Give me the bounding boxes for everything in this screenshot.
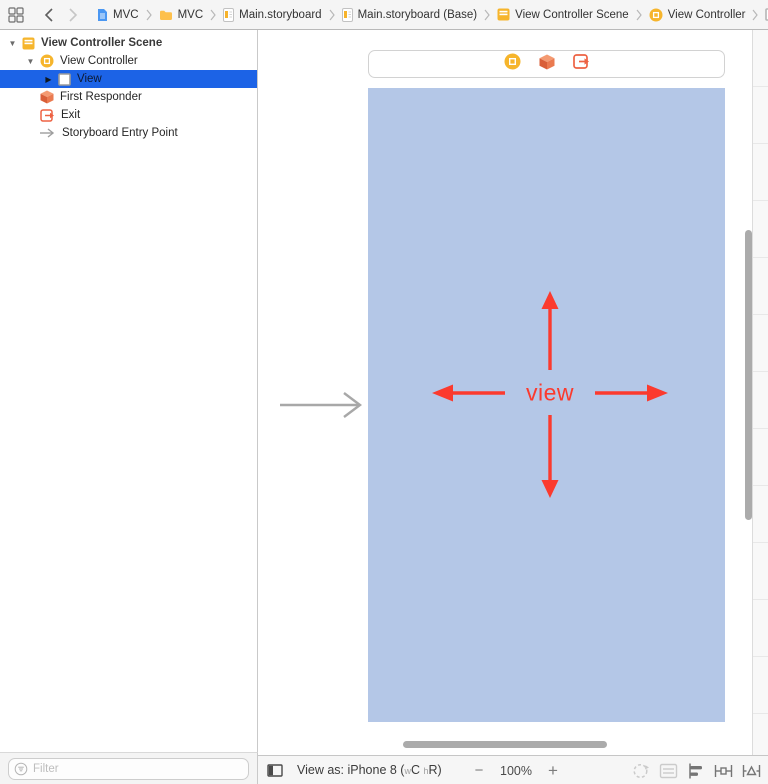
outline-row-storyboard-entry-point[interactable]: Storyboard Entry Point bbox=[0, 124, 257, 142]
horizontal-scrollbar[interactable] bbox=[403, 741, 607, 748]
zoom-level: 100% bbox=[494, 764, 538, 778]
view-controller-icon bbox=[40, 54, 54, 68]
height-class-value: R) bbox=[429, 763, 442, 777]
forward-button[interactable] bbox=[61, 8, 86, 22]
canvas-bottom-bar: View as: iPhone 8 (wC hR) − 100% + bbox=[258, 755, 768, 784]
update-frames-icon[interactable] bbox=[631, 762, 650, 780]
breadcrumb-item-view-controller[interactable]: View Controller bbox=[649, 8, 746, 22]
storyboard-canvas[interactable]: view bbox=[258, 30, 768, 755]
document-outline-toggle-icon[interactable] bbox=[267, 764, 283, 777]
view-canvas-object[interactable]: view bbox=[368, 88, 725, 722]
outline-row-label: Storyboard Entry Point bbox=[62, 127, 178, 139]
outline-row-label: First Responder bbox=[60, 91, 142, 103]
project-file-icon bbox=[96, 8, 108, 22]
folder-icon bbox=[159, 9, 173, 21]
embed-in-stack-icon[interactable] bbox=[659, 762, 678, 780]
disclosure-closed-icon[interactable]: ▶ bbox=[44, 75, 53, 84]
breadcrumb-separator bbox=[636, 9, 642, 21]
outline-row-label: View Controller bbox=[60, 55, 138, 67]
outline-row-view[interactable]: ▶ View bbox=[0, 70, 257, 88]
breadcrumb-label: View Controller Scene bbox=[515, 9, 629, 21]
view-as-text: View as: iPhone 8 ( bbox=[297, 763, 404, 777]
breadcrumb-separator bbox=[210, 9, 216, 21]
back-button[interactable] bbox=[36, 8, 61, 22]
breadcrumb-item-storyboard[interactable]: Main.storyboard bbox=[223, 8, 321, 22]
storyboard-file-icon bbox=[223, 8, 234, 22]
zoom-in-button[interactable]: + bbox=[538, 761, 568, 781]
first-responder-icon bbox=[40, 90, 54, 104]
view-as-device-button[interactable]: View as: iPhone 8 (wC hR) bbox=[297, 763, 442, 777]
add-constraints-icon[interactable] bbox=[714, 762, 733, 780]
vertical-scrollbar[interactable] bbox=[745, 230, 752, 520]
document-outline: ▼ View Controller Scene ▼ View Controlle… bbox=[0, 30, 258, 752]
breadcrumb-item-project[interactable]: MVC bbox=[96, 8, 139, 22]
view-icon bbox=[58, 73, 71, 86]
filter-field-wrap bbox=[8, 758, 249, 780]
xcode-interface-builder: MVC MVC Main.storyboard bbox=[0, 0, 768, 784]
storyboard-entry-point-arrow[interactable] bbox=[278, 391, 370, 424]
breadcrumb-label: MVC bbox=[178, 9, 204, 21]
outline-row-label: Exit bbox=[61, 109, 80, 121]
filter-input[interactable] bbox=[8, 758, 249, 780]
auto-layout-buttons bbox=[631, 756, 761, 784]
breadcrumb-label: View Controller bbox=[668, 9, 746, 21]
breadcrumb-separator bbox=[329, 9, 335, 21]
outline-row-first-responder[interactable]: First Responder bbox=[0, 88, 257, 106]
breadcrumb-separator bbox=[484, 9, 490, 21]
breadcrumb-label: Main.storyboard (Base) bbox=[358, 9, 478, 21]
filter-icon bbox=[14, 762, 28, 781]
related-items-icon[interactable] bbox=[8, 7, 24, 23]
disclosure-open-icon[interactable]: ▼ bbox=[8, 39, 17, 48]
dock-view-controller-icon[interactable] bbox=[504, 53, 521, 75]
breadcrumb-item-storyboard-base[interactable]: Main.storyboard (Base) bbox=[342, 8, 478, 22]
breadcrumb-item-scene[interactable]: View Controller Scene bbox=[497, 8, 629, 21]
view-label: view bbox=[526, 380, 574, 407]
outline-row-label: View Controller Scene bbox=[41, 37, 162, 49]
breadcrumb-label: MVC bbox=[113, 9, 139, 21]
breadcrumb-label: Main.storyboard bbox=[239, 9, 321, 21]
align-icon[interactable] bbox=[687, 762, 705, 780]
dock-exit-icon[interactable] bbox=[573, 54, 590, 74]
storyboard-file-icon bbox=[342, 8, 353, 22]
jump-bar: MVC MVC Main.storyboard bbox=[0, 0, 768, 30]
zoom-controls: − 100% + bbox=[464, 756, 568, 784]
breadcrumb-item-group[interactable]: MVC bbox=[159, 9, 204, 21]
view-controller-icon bbox=[649, 8, 663, 22]
outline-row-label: View bbox=[77, 73, 102, 85]
scene-icon bbox=[497, 8, 510, 21]
canvas-right-strip bbox=[752, 30, 768, 755]
outline-filter-bar bbox=[0, 752, 258, 784]
zoom-out-button[interactable]: − bbox=[464, 762, 494, 779]
breadcrumb: MVC MVC Main.storyboard bbox=[96, 8, 768, 22]
disclosure-open-icon[interactable]: ▼ bbox=[26, 57, 35, 66]
breadcrumb-separator bbox=[146, 9, 152, 21]
scene-dock bbox=[368, 50, 725, 78]
entry-point-icon bbox=[40, 128, 56, 138]
breadcrumb-separator bbox=[752, 9, 758, 21]
scene-icon bbox=[22, 37, 35, 50]
exit-icon bbox=[40, 109, 55, 122]
outline-row-exit[interactable]: Exit bbox=[0, 106, 257, 124]
outline-row-view-controller[interactable]: ▼ View Controller bbox=[0, 52, 257, 70]
outline-row-view-controller-scene[interactable]: ▼ View Controller Scene bbox=[0, 34, 257, 52]
dock-first-responder-icon[interactable] bbox=[539, 54, 555, 75]
resolve-layout-issues-icon[interactable] bbox=[742, 762, 761, 780]
width-class-value: C bbox=[411, 763, 424, 777]
